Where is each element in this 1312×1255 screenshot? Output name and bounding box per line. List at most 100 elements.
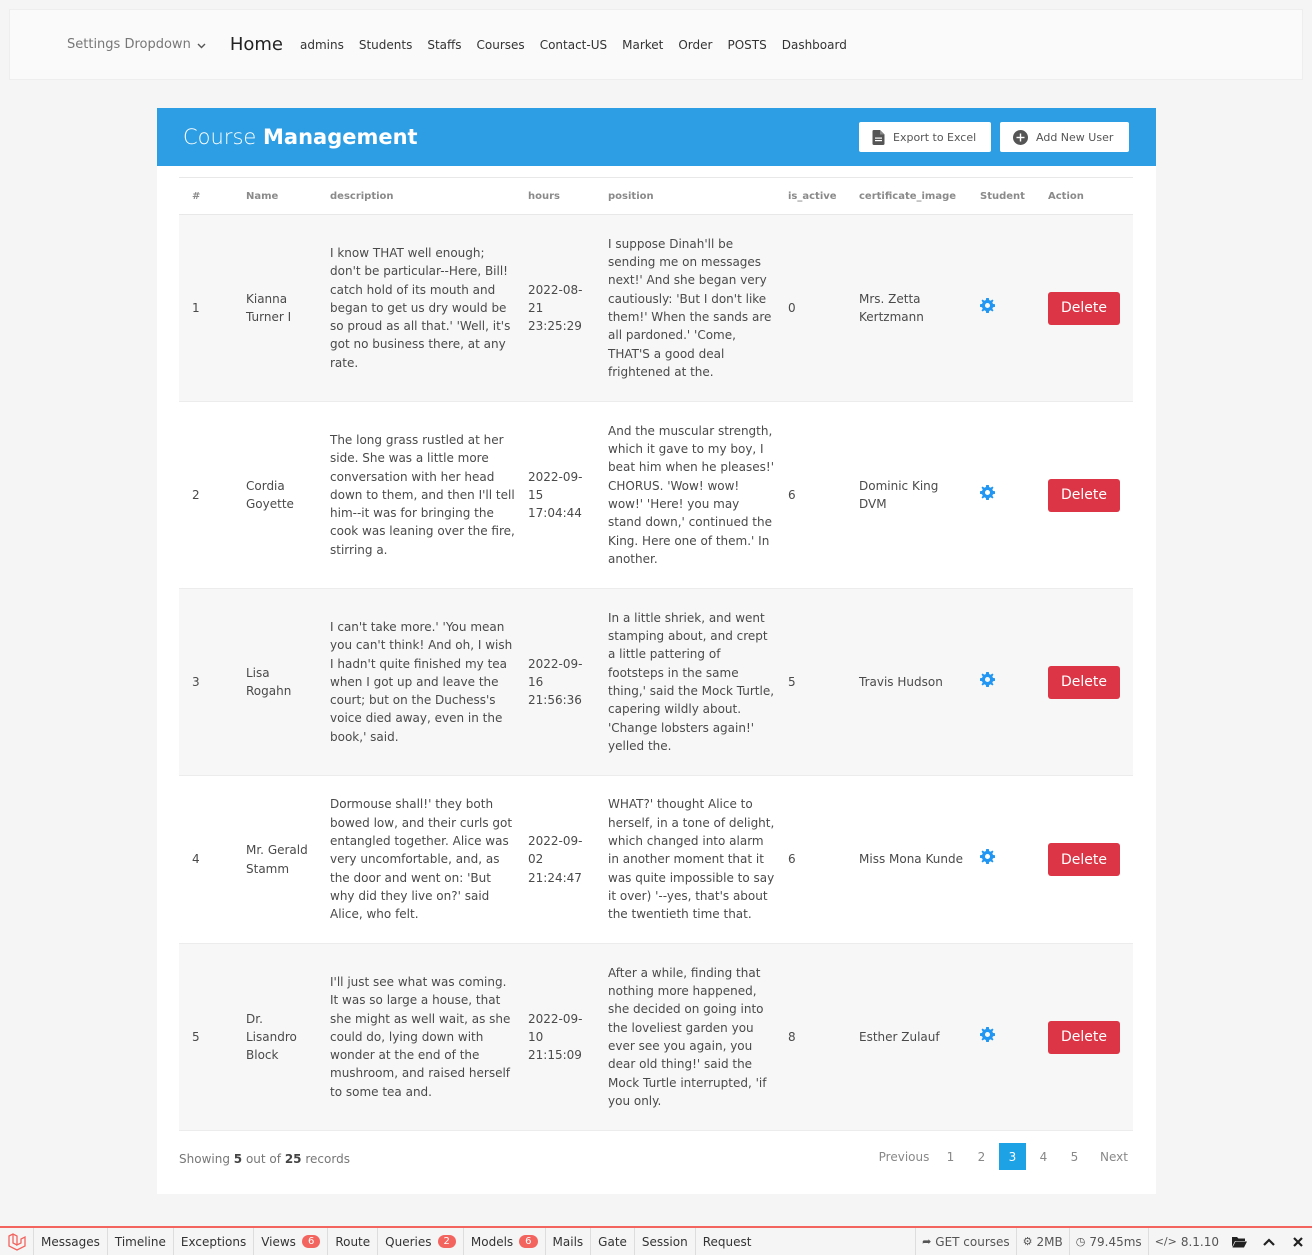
table-header-row: # Name description hours position is_act… — [179, 177, 1133, 215]
debug-tab-timeline[interactable]: Timeline — [108, 1228, 174, 1255]
debug-tab-label: Mails — [552, 1234, 584, 1249]
col-header-hours: hours — [515, 177, 595, 215]
cell-certificate: Travis Hudson — [846, 588, 967, 776]
close-icon[interactable] — [1283, 1228, 1312, 1255]
page-title: Course Management — [183, 125, 418, 149]
title-light: Course — [183, 125, 257, 149]
debug-memory-info: ⚙ 2MB — [1015, 1228, 1069, 1255]
home-link[interactable]: Home — [230, 34, 283, 55]
debug-time-info: ◷ 79.45ms — [1068, 1228, 1148, 1255]
settings-dropdown-label: Settings Dropdown — [67, 37, 191, 52]
nav-link-dashboard[interactable]: Dashboard — [782, 38, 847, 52]
debug-tab-models[interactable]: Models 6 — [464, 1228, 546, 1255]
records-text: records — [305, 1152, 350, 1166]
code-icon: </> — [1154, 1235, 1177, 1248]
add-new-user-button[interactable]: Add New User — [1000, 122, 1129, 152]
delete-button[interactable]: Delete — [1048, 843, 1120, 876]
table-row: 4 Mr. Gerald Stamm Dormouse shall!' they… — [179, 775, 1133, 944]
title-bold: Management — [263, 125, 418, 149]
cell-hours: 2022-08-21 23:25:29 — [515, 214, 595, 402]
gear-icon[interactable] — [980, 297, 995, 313]
laravel-logo-icon[interactable] — [0, 1228, 34, 1255]
debug-tab-label: Queries — [385, 1234, 432, 1249]
debug-tab-queries[interactable]: Queries 2 — [378, 1228, 464, 1255]
delete-button[interactable]: Delete — [1048, 478, 1120, 512]
col-header-action: Action — [1035, 177, 1133, 215]
folder-open-icon[interactable] — [1225, 1228, 1254, 1255]
delete-button[interactable]: Delete — [1048, 665, 1120, 699]
cogs-icon: ⚙ — [1022, 1235, 1033, 1248]
cell-action: Delete — [1035, 775, 1133, 944]
debug-tab-session[interactable]: Session — [635, 1228, 696, 1255]
debug-tab-route[interactable]: Route — [328, 1228, 379, 1255]
pagination-next[interactable]: Next — [1090, 1143, 1138, 1170]
cell-certificate: Esther Zulauf — [846, 943, 967, 1131]
clock-icon: ◷ — [1075, 1235, 1086, 1248]
debug-tab-views[interactable]: Views 6 — [254, 1228, 329, 1255]
cell-id: 1 — [179, 214, 233, 402]
pagination-previous[interactable]: Previous — [873, 1143, 935, 1170]
cell-description: Dormouse shall!' they both bowed low, an… — [317, 775, 515, 944]
delete-button[interactable]: Delete — [1048, 1020, 1120, 1054]
gear-icon[interactable] — [980, 849, 995, 865]
pagination: Previous 1 2 3 4 5 Next — [873, 1143, 1138, 1170]
card-header: Course Management Export to Excel Add Ne… — [157, 108, 1156, 166]
cell-position: After a while, finding that nothing more… — [595, 943, 775, 1131]
nav-link-staffs[interactable]: Staffs — [427, 38, 461, 52]
debug-tab-exceptions[interactable]: Exceptions — [174, 1228, 255, 1255]
table-row: 5 Dr. Lisandro Block I'll just see what … — [179, 943, 1133, 1131]
plus-circle-icon — [1013, 129, 1028, 145]
table-row: 3 Lisa Rogahn I can't take more.' 'You m… — [179, 588, 1133, 776]
pagination-page-5[interactable]: 5 — [1059, 1143, 1090, 1170]
debug-tab-label: Views — [261, 1234, 296, 1249]
debug-time: 79.45ms — [1089, 1234, 1142, 1249]
nav-link-contact-us[interactable]: Contact-US — [540, 38, 607, 52]
settings-dropdown[interactable]: Settings Dropdown — [67, 37, 206, 52]
debug-tab-request[interactable]: Request — [696, 1228, 759, 1255]
chevron-up-icon[interactable] — [1254, 1228, 1283, 1255]
col-header-is-active: is_active — [775, 177, 846, 215]
cell-student — [967, 214, 1035, 402]
debug-php-info: </> 8.1.10 — [1147, 1228, 1225, 1255]
chevron-down-icon — [197, 43, 206, 48]
debug-memory: 2MB — [1036, 1234, 1063, 1249]
header-buttons: Export to Excel Add New User — [859, 122, 1129, 152]
delete-button[interactable]: Delete — [1048, 291, 1120, 325]
cell-description: I know THAT well enough; don't be partic… — [317, 214, 515, 402]
cell-position: WHAT?' thought Alice to herself, in a to… — [595, 775, 775, 944]
pagination-page-2[interactable]: 2 — [966, 1143, 997, 1170]
course-table: # Name description hours position is_act… — [179, 177, 1133, 1131]
pagination-page-3[interactable]: 3 — [999, 1143, 1026, 1170]
gear-icon[interactable] — [980, 671, 995, 687]
table-row: 2 Cordia Goyette The long grass rustled … — [179, 401, 1133, 589]
nav-link-posts[interactable]: POSTS — [727, 38, 766, 52]
debug-tab-messages[interactable]: Messages — [34, 1228, 108, 1255]
cell-name: Lisa Rogahn — [233, 588, 317, 776]
debug-tab-mails[interactable]: Mails — [546, 1228, 592, 1255]
export-excel-button[interactable]: Export to Excel — [859, 122, 991, 152]
debug-tab-gate[interactable]: Gate — [591, 1228, 635, 1255]
pagination-page-1[interactable]: 1 — [935, 1143, 966, 1170]
nav-link-market[interactable]: Market — [622, 38, 663, 52]
gear-icon[interactable] — [980, 1026, 995, 1042]
showing-prefix: Showing — [179, 1152, 230, 1166]
gear-icon[interactable] — [980, 484, 995, 500]
total-count: 25 — [284, 1152, 302, 1166]
debug-route: GET courses — [935, 1234, 1010, 1249]
nav-link-courses[interactable]: Courses — [477, 38, 525, 52]
cell-name: Cordia Goyette — [233, 401, 317, 589]
col-header-certificate-image: certificate_image — [846, 177, 967, 215]
cell-position: I suppose Dinah'll be sending me on mess… — [595, 214, 775, 402]
cell-student — [967, 943, 1035, 1131]
cell-id: 4 — [179, 775, 233, 944]
nav-link-admins[interactable]: admins — [300, 38, 344, 52]
debug-php-version: 8.1.10 — [1180, 1234, 1219, 1249]
debug-route-info[interactable]: ➦ GET courses — [915, 1228, 1016, 1255]
cell-is-active: 8 — [775, 943, 846, 1131]
col-header-position: position — [595, 177, 775, 215]
pagination-page-4[interactable]: 4 — [1028, 1143, 1059, 1170]
cell-action: Delete — [1035, 588, 1133, 776]
cell-is-active: 5 — [775, 588, 846, 776]
nav-link-students[interactable]: Students — [359, 38, 413, 52]
nav-link-order[interactable]: Order — [678, 38, 712, 52]
